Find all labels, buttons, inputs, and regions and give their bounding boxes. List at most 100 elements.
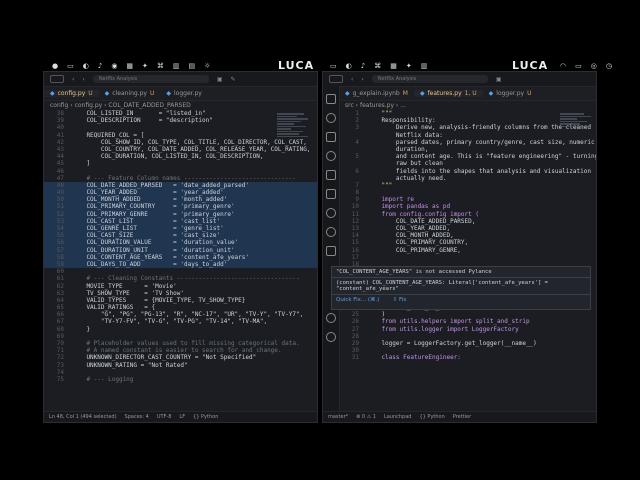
code-line[interactable]: 75 # --- Logging bbox=[44, 376, 317, 383]
docker-icon[interactable] bbox=[326, 246, 336, 256]
code-line[interactable]: 25 ) bbox=[339, 311, 596, 318]
status-item[interactable]: UTF-8 bbox=[157, 414, 172, 420]
minimap[interactable] bbox=[560, 112, 594, 152]
code-line[interactable]: 31 class FeatureEngineer: bbox=[339, 354, 596, 361]
code-line[interactable]: 5 and content age. This is "feature engi… bbox=[339, 153, 596, 160]
code-line[interactable]: 50 COL_MONTH_ADDED = 'month_added' bbox=[44, 196, 317, 204]
menubar-icon[interactable]: ▭ bbox=[330, 62, 337, 70]
tab-cleaning-py[interactable]: ◆ cleaning.py U bbox=[99, 90, 161, 97]
menubar-icon[interactable]: ⌘ bbox=[157, 62, 164, 70]
search-icon[interactable] bbox=[326, 113, 336, 123]
menubar-icon[interactable]: ⌘ bbox=[374, 62, 381, 70]
code-line[interactable]: 57 COL_DURATION_UNIT = 'duration_unit' bbox=[44, 246, 317, 254]
menubar-icon[interactable]: ▥ bbox=[173, 62, 180, 70]
code-line[interactable]: 46 bbox=[44, 168, 317, 175]
source-control-icon[interactable] bbox=[326, 132, 336, 142]
fix-link[interactable]: ⇧ Fix bbox=[393, 297, 407, 303]
extensions-icon[interactable] bbox=[326, 170, 336, 180]
menubar-icon[interactable]: ☼ bbox=[204, 62, 210, 70]
code-line[interactable]: 54 COL_GENRE_LIST = 'genre_list' bbox=[44, 225, 317, 233]
code-line[interactable]: 64 VALID_TYPES = {MOVIE_TYPE, TV_SHOW_TY… bbox=[44, 297, 317, 304]
code-line[interactable]: 66 "G", "PG", "PG-13", "R", "NC-17", "UR… bbox=[44, 311, 317, 318]
code-line[interactable]: 29 logger = LoggerFactory.get_logger(__n… bbox=[339, 340, 596, 347]
account-icon[interactable] bbox=[326, 313, 336, 323]
tab-config-py[interactable]: ◆ config.py U bbox=[44, 90, 99, 97]
menubar-icon[interactable]: ✦ bbox=[142, 62, 148, 70]
code-line[interactable]: 11 from config.config import ( bbox=[339, 211, 596, 218]
menubar-icon[interactable]: ▭ bbox=[67, 62, 74, 70]
code-line[interactable]: 60 bbox=[44, 268, 317, 275]
code-line[interactable]: 51 COL_PRIMARY_COUNTRY = 'primary_genre' bbox=[44, 203, 317, 211]
code-line[interactable]: 63 TV_SHOW_TYPE = 'TV Show' bbox=[44, 290, 317, 297]
minimap[interactable] bbox=[277, 112, 311, 152]
code-line[interactable]: 62 MOVIE_TYPE = 'Movie' bbox=[44, 283, 317, 290]
database-icon[interactable] bbox=[326, 189, 336, 199]
back-icon[interactable]: ‹ bbox=[351, 76, 353, 83]
code-line[interactable]: 30 bbox=[339, 347, 596, 354]
code-line[interactable]: 14 COL_MONTH_ADDED, bbox=[339, 232, 596, 239]
code-line[interactable]: 68 } bbox=[44, 326, 317, 333]
control-center-icon[interactable]: ◎ bbox=[591, 62, 597, 70]
menubar-icon[interactable]: ✦ bbox=[406, 62, 412, 70]
code-line[interactable]: 4 parsed dates, primary country/genre, c… bbox=[339, 139, 596, 146]
code-line[interactable]: 10 import pandas as pd bbox=[339, 203, 596, 210]
apple-icon[interactable]: ● bbox=[52, 62, 58, 70]
code-line[interactable]: 45 ] bbox=[44, 160, 317, 167]
code-line[interactable]: Netflix data: bbox=[339, 132, 596, 139]
sidebar-toggle-icon[interactable] bbox=[50, 75, 64, 83]
code-line[interactable]: 6 fields into the shapes that analysis a… bbox=[339, 168, 596, 175]
code-line[interactable]: 3 Derive new, analysis-friendly columns … bbox=[339, 124, 596, 131]
code-line[interactable]: 2 Responsibility: bbox=[339, 117, 596, 124]
tab-features-py[interactable]: ◆ features.py 1, U bbox=[413, 90, 483, 97]
status-item[interactable]: Ln 48, Col 1 (494 selected) bbox=[49, 414, 117, 420]
forward-icon[interactable]: › bbox=[82, 76, 84, 83]
sidebar-toggle-icon[interactable] bbox=[329, 75, 343, 83]
menubar-icon[interactable]: ▤ bbox=[189, 62, 196, 70]
status-item[interactable]: LF bbox=[179, 414, 185, 420]
code-editor[interactable]: 38 COL_LISTED_IN = "listed_in" 39 COL_DES… bbox=[44, 110, 317, 410]
code-line[interactable]: 13 COL_YEAR_ADDED, bbox=[339, 225, 596, 232]
code-line[interactable]: 17 bbox=[339, 254, 596, 261]
code-line[interactable]: 15 COL_PRIMARY_COUNTRY, bbox=[339, 239, 596, 246]
code-editor[interactable]: 1 """ 2 Responsibility: 3 Derive new, anal… bbox=[339, 110, 596, 410]
code-line[interactable]: 72 UNKNOWN_DIRECTOR_CAST_COUNTRY = "Not … bbox=[44, 354, 317, 361]
code-line[interactable]: 47 # --- Feature Column names ----------… bbox=[44, 175, 317, 182]
code-line[interactable]: 55 COL_CAST_SIZE = 'cast_size' bbox=[44, 232, 317, 240]
code-line[interactable]: 52 COL_PRIMARY_GENRE = 'primary_genre' bbox=[44, 210, 317, 218]
status-item[interactable]: Launchpad bbox=[384, 414, 412, 420]
code-line[interactable]: raw but clean bbox=[339, 160, 596, 167]
accounts-icon[interactable] bbox=[326, 208, 336, 218]
code-line[interactable]: duration, bbox=[339, 146, 596, 153]
forward-icon[interactable]: › bbox=[361, 76, 363, 83]
search-input[interactable]: Netflix Analysis bbox=[371, 75, 488, 83]
quick-fix-link[interactable]: Quick Fix... (⌘.) bbox=[336, 297, 379, 303]
code-line[interactable]: 48 COL_DATE_ADDED_PARSED = 'date_added_p… bbox=[44, 181, 317, 190]
layout-icon[interactable]: ▣ bbox=[217, 76, 223, 83]
code-line[interactable]: actually need. bbox=[339, 175, 596, 182]
status-item[interactable]: Prettier bbox=[453, 414, 471, 420]
back-icon[interactable]: ‹ bbox=[72, 76, 74, 83]
code-line[interactable]: 44 COL_DURATION, COL_LISTED_IN, COL_DESC… bbox=[44, 153, 317, 160]
explorer-icon[interactable] bbox=[326, 94, 336, 104]
code-line[interactable]: 53 COL_CAST_LIST = 'cast_list' bbox=[44, 217, 317, 225]
menubar-icon[interactable]: ♪ bbox=[98, 62, 102, 70]
timeline-icon[interactable] bbox=[326, 227, 336, 237]
status-item[interactable]: ⊗ 0 ⚠ 1 bbox=[356, 414, 376, 420]
clock-icon[interactable]: ◷ bbox=[606, 62, 612, 70]
code-line[interactable]: 73 UNKNOWN_RATING = "Not Rated" bbox=[44, 362, 317, 369]
code-line[interactable]: 67 "TV-Y7-FV", "TV-G", "TV-PG", "TV-14",… bbox=[44, 318, 317, 325]
code-line[interactable]: 7 """ bbox=[339, 182, 596, 189]
code-line[interactable]: 70 # Placeholder values used to fill mis… bbox=[44, 340, 317, 347]
status-item[interactable]: Spaces: 4 bbox=[125, 414, 149, 420]
code-line[interactable]: 59 COL_DAYS_TO_ADD = 'days_to_add' bbox=[44, 260, 317, 269]
code-line[interactable]: 26 from utils.helpers import split_and_s… bbox=[339, 318, 596, 325]
menubar-icon[interactable]: ◉ bbox=[111, 62, 117, 70]
code-line[interactable]: 71 # A named constant is easier to searc… bbox=[44, 347, 317, 354]
code-line[interactable]: 1 """ bbox=[339, 110, 596, 117]
layout-icon[interactable]: ▣ bbox=[496, 76, 502, 83]
code-line[interactable]: 74 bbox=[44, 369, 317, 376]
chat-icon[interactable]: ✎ bbox=[230, 76, 235, 83]
status-item[interactable]: master* bbox=[328, 414, 348, 420]
code-line[interactable]: 49 COL_YEAR_ADDED = 'year_added' bbox=[44, 189, 317, 197]
code-line[interactable]: 16 COL_PRIMARY_GENRE, bbox=[339, 247, 596, 254]
